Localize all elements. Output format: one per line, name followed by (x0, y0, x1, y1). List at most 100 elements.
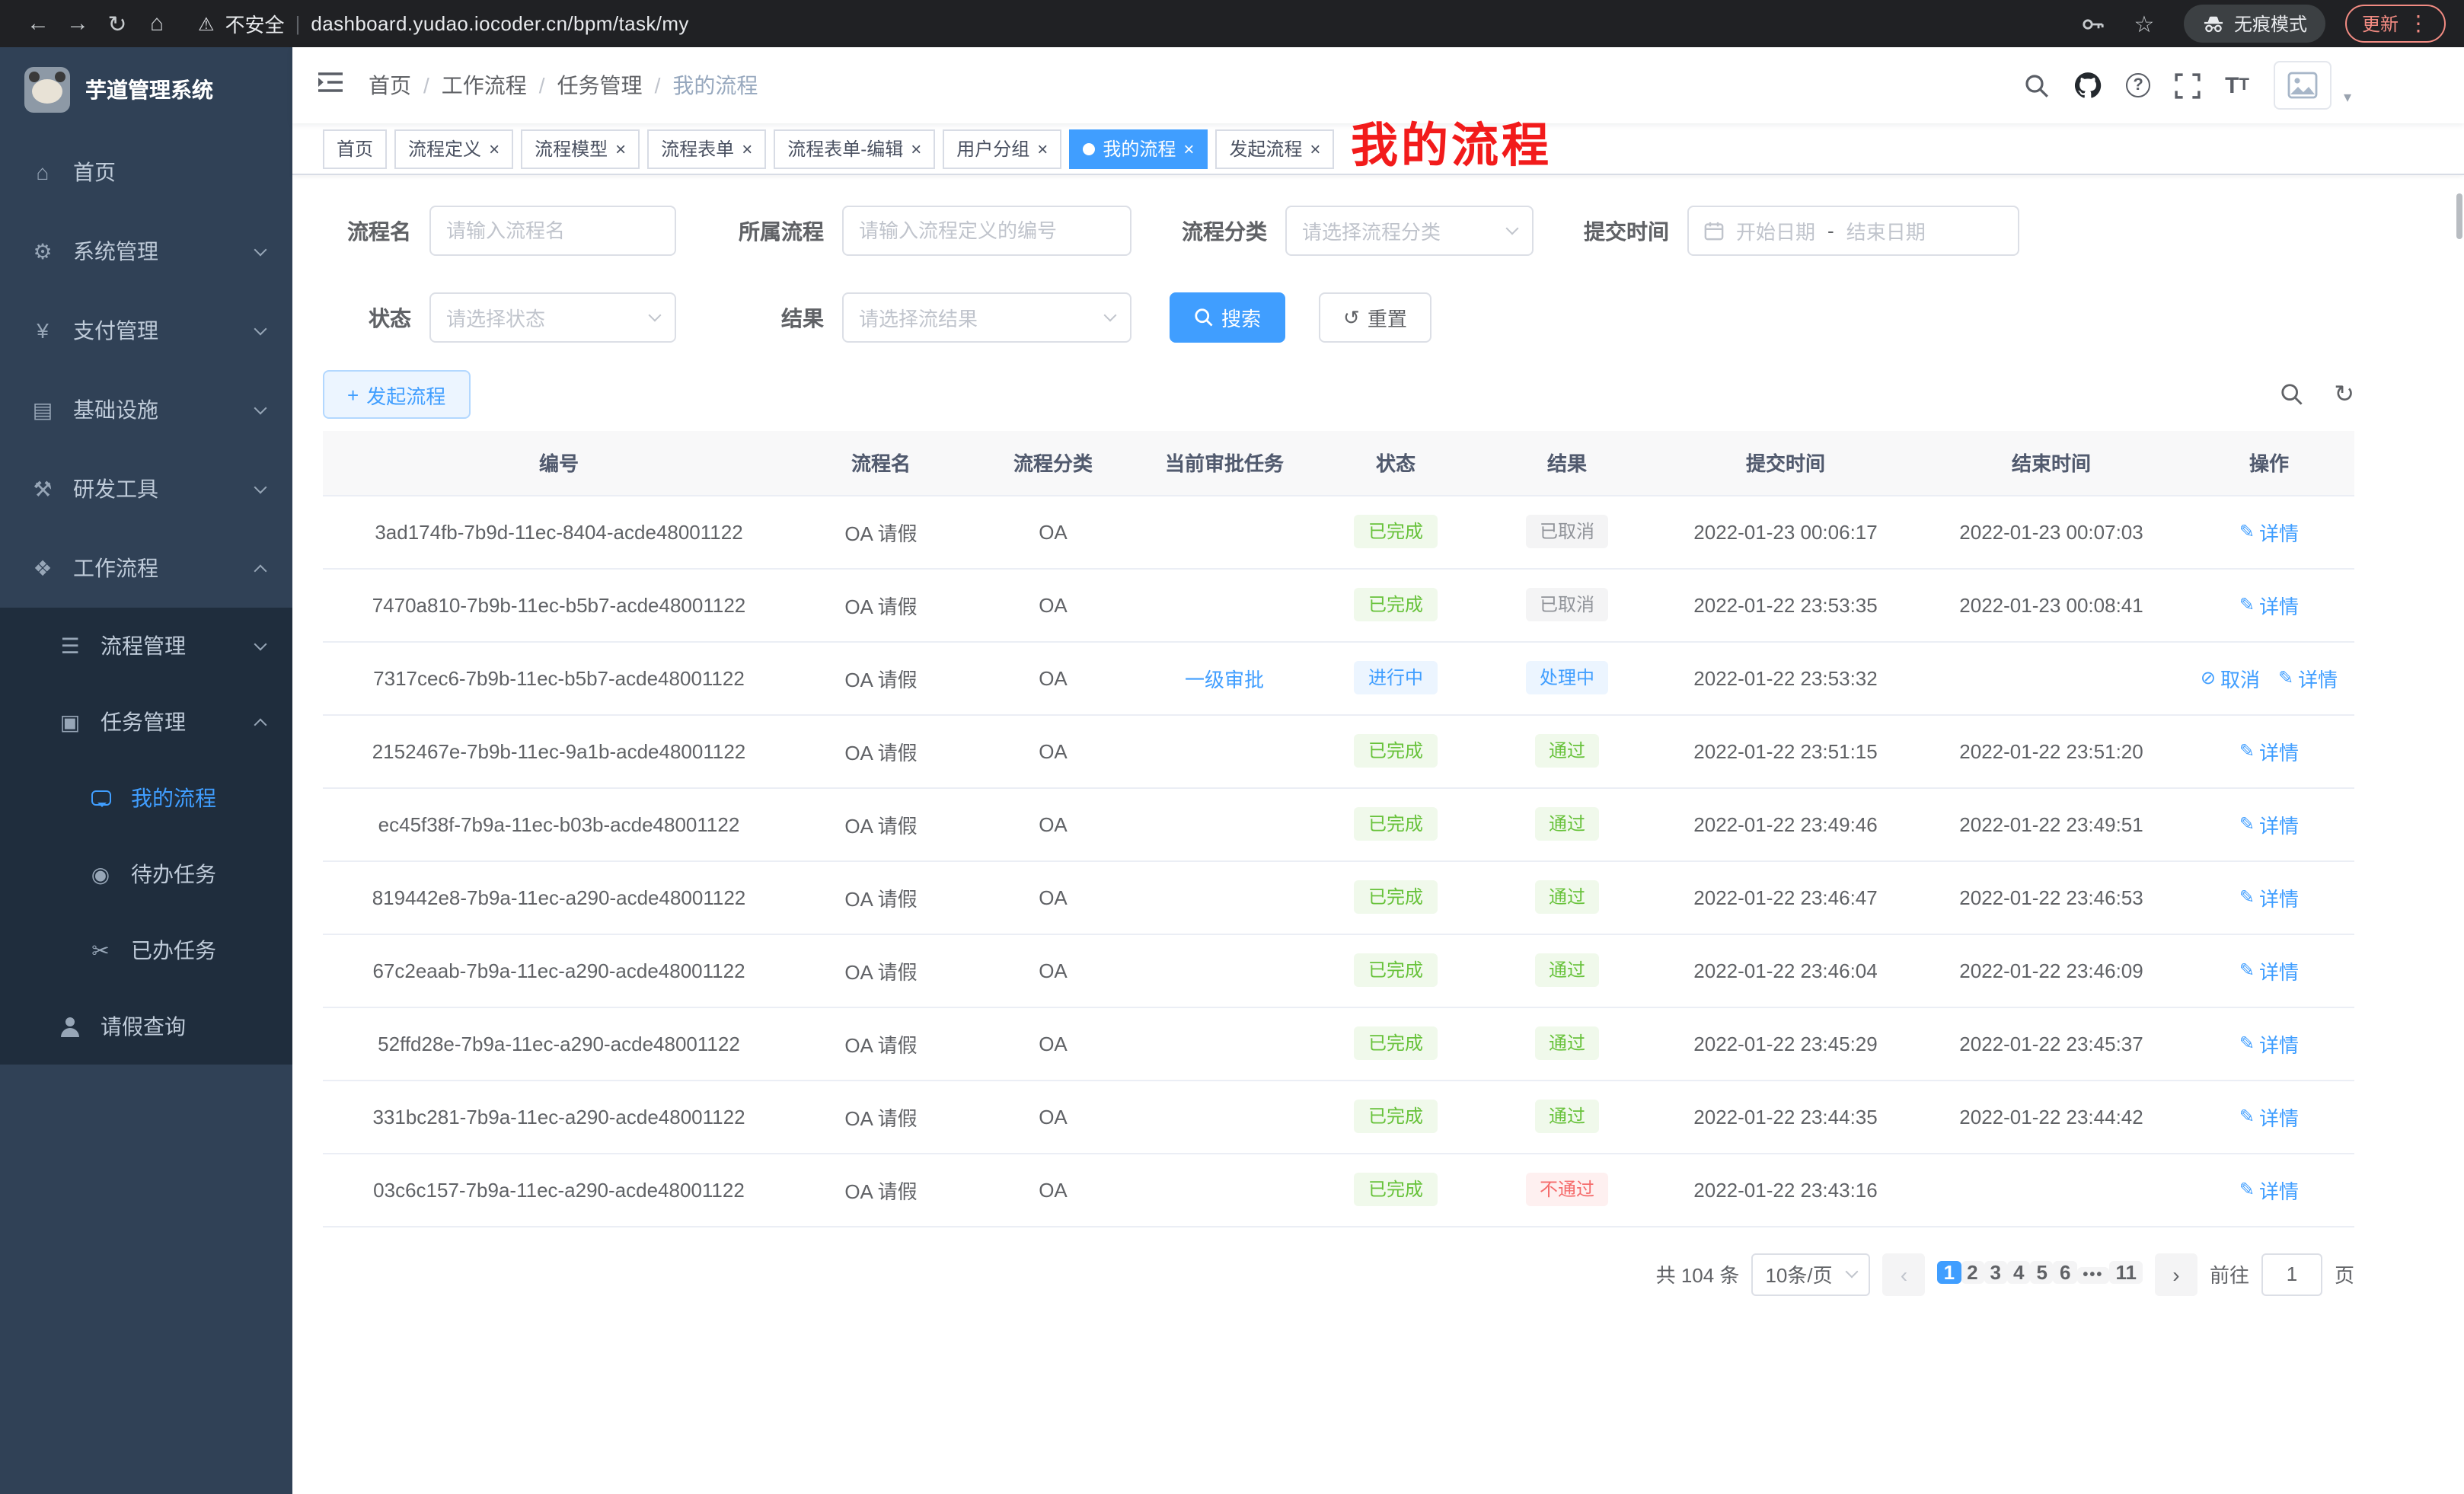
tab-close-icon[interactable]: × (742, 139, 752, 158)
sidebar-item-7[interactable]: ▣任务管理 (0, 684, 292, 760)
cell-status: 已完成 (1310, 1153, 1482, 1226)
pagination-ellipsis[interactable]: ••• (2076, 1266, 2109, 1283)
breadcrumb-item-0[interactable]: 首页 (369, 73, 411, 97)
page-button-4[interactable]: 4 (2007, 1260, 2030, 1283)
detail-action[interactable]: ✎详情 (2239, 956, 2299, 985)
goto-page-input[interactable] (2261, 1253, 2322, 1295)
cancel-icon: ⊘ (2201, 667, 2216, 688)
browser-back-icon[interactable]: ← (18, 11, 58, 37)
category-select[interactable]: 请选择流程分类 (1285, 206, 1534, 256)
search-icon[interactable] (2024, 72, 2050, 98)
process-name-input[interactable] (429, 206, 676, 256)
breadcrumb: 首页/工作流程/任务管理/我的流程 (369, 70, 758, 101)
sidebar-item-6[interactable]: ☰流程管理 (0, 608, 292, 684)
help-icon[interactable]: ? (2126, 73, 2150, 97)
page-button-11[interactable]: 11 (2109, 1260, 2143, 1283)
detail-action[interactable]: ✎详情 (2239, 1029, 2299, 1058)
avatar[interactable] (2274, 61, 2332, 110)
cell-name: OA 请假 (795, 714, 967, 787)
tab-close-icon[interactable]: × (615, 139, 626, 158)
detail-action[interactable]: ✎详情 (2239, 736, 2299, 765)
tab-close-icon[interactable]: × (1310, 139, 1320, 158)
cell-category: OA (967, 860, 1139, 934)
password-key-icon[interactable] (2080, 11, 2105, 36)
tab-2[interactable]: 流程模型× (521, 129, 640, 168)
edit-icon: ✎ (2239, 959, 2255, 981)
prev-page-button[interactable]: ‹ (1883, 1253, 1926, 1295)
breadcrumb-item-2[interactable]: 任务管理 (557, 73, 643, 97)
page-button-3[interactable]: 3 (1984, 1260, 2007, 1283)
sidebar-item-2[interactable]: ¥支付管理 (0, 291, 292, 370)
avatar-caret-icon[interactable]: ▾ (2344, 90, 2351, 107)
tab-1[interactable]: 流程定义× (394, 129, 513, 168)
detail-action[interactable]: ✎详情 (2278, 663, 2338, 692)
page-button-6[interactable]: 6 (2054, 1260, 2076, 1283)
detail-action[interactable]: ✎详情 (2239, 590, 2299, 619)
sidebar-item-0[interactable]: ⌂首页 (0, 132, 292, 212)
update-button[interactable]: 更新 ⋮ (2345, 5, 2446, 43)
detail-action[interactable]: ✎详情 (2239, 1175, 2299, 1204)
tab-close-icon[interactable]: × (911, 139, 921, 158)
sidebar-item-3[interactable]: ▤基础设施 (0, 370, 292, 449)
github-icon[interactable] (2074, 72, 2102, 99)
result-badge: 通过 (1535, 953, 1599, 987)
sidebar-item-5[interactable]: ❖工作流程 (0, 528, 292, 608)
tab-close-icon[interactable]: × (1183, 139, 1194, 158)
detail-action[interactable]: ✎详情 (2239, 517, 2299, 546)
page-size-select[interactable]: 10条/页 (1751, 1253, 1870, 1295)
browser-reload-icon[interactable]: ↻ (97, 10, 137, 37)
detail-action[interactable]: ✎详情 (2239, 1102, 2299, 1131)
cell-category: OA (967, 934, 1139, 1007)
breadcrumb-item-1[interactable]: 工作流程 (442, 73, 527, 97)
browser-forward-icon[interactable]: → (58, 11, 97, 37)
hamburger-icon[interactable] (317, 69, 344, 101)
detail-action[interactable]: ✎详情 (2239, 883, 2299, 911)
table-row-2: 7317cec6-7b9b-11ec-b5b7-acde48001122OA 请… (323, 641, 2354, 714)
current-task-link[interactable]: 一级审批 (1185, 668, 1264, 691)
search-button[interactable]: 搜索 (1170, 292, 1285, 343)
tab-4[interactable]: 流程表单-编辑× (774, 129, 935, 168)
tab-6[interactable]: 我的流程× (1069, 129, 1208, 168)
page-button-1[interactable]: 1 (1938, 1260, 1961, 1283)
tab-5[interactable]: 用户分组× (943, 129, 1061, 168)
next-page-button[interactable]: › (2155, 1253, 2197, 1295)
address-bar[interactable]: ⚠ 不安全 | dashboard.yudao.iocoder.cn/bpm/t… (198, 9, 2080, 38)
home-icon: ⌂ (30, 160, 55, 184)
tab-7[interactable]: 发起流程× (1215, 129, 1334, 168)
tab-3[interactable]: 流程表单× (647, 129, 766, 168)
browser-menu-icon[interactable]: ⋮ (2408, 11, 2429, 37)
reset-button[interactable]: ↺ 重置 (1319, 292, 1431, 343)
cancel-action[interactable]: ⊘取消 (2201, 663, 2260, 692)
date-range-input[interactable]: 开始日期 - 结束日期 (1687, 206, 2019, 256)
app-logo[interactable]: 芋道管理系统 (0, 47, 292, 132)
page-button-2[interactable]: 2 (1961, 1260, 1984, 1283)
create-process-button[interactable]: + 发起流程 (323, 370, 470, 419)
result-select[interactable]: 请选择流结果 (842, 292, 1131, 343)
tab-close-icon[interactable]: × (1037, 139, 1048, 158)
detail-action[interactable]: ✎详情 (2239, 809, 2299, 838)
sidebar-item-4[interactable]: ⚒研发工具 (0, 449, 292, 528)
cell-submit-time: 2022-01-22 23:46:04 (1652, 934, 1919, 1007)
font-size-icon[interactable]: TT (2225, 72, 2249, 98)
sidebar-item-8[interactable]: 我的流程 (0, 760, 292, 836)
toggle-search-icon[interactable] (2279, 382, 2303, 407)
process-definition-input[interactable] (842, 206, 1131, 256)
status-badge: 已完成 (1355, 588, 1437, 621)
bookmark-star-icon[interactable]: ☆ (2124, 10, 2164, 37)
sidebar-item-9[interactable]: ◉待办任务 (0, 836, 292, 912)
tab-close-icon[interactable]: × (489, 139, 500, 158)
submit-time-label: 提交时间 (1572, 215, 1669, 246)
fullscreen-icon[interactable] (2175, 72, 2201, 98)
tab-0[interactable]: 首页 (323, 129, 387, 168)
page-button-5[interactable]: 5 (2030, 1260, 2053, 1283)
edit-icon: ✎ (2239, 521, 2255, 542)
scrollbar-thumb[interactable] (2456, 193, 2462, 239)
browser-home-icon[interactable]: ⌂ (137, 11, 177, 37)
status-select[interactable]: 请选择状态 (429, 292, 676, 343)
refresh-icon[interactable]: ↻ (2334, 379, 2354, 410)
sidebar-item-1[interactable]: ⚙系统管理 (0, 212, 292, 291)
cell-id: 2152467e-7b9b-11ec-9a1b-acde48001122 (323, 714, 795, 787)
sidebar-item-10[interactable]: ✂已办任务 (0, 912, 292, 988)
breadcrumb-separator: / (655, 73, 661, 97)
sidebar-item-11[interactable]: 请假查询 (0, 988, 292, 1065)
